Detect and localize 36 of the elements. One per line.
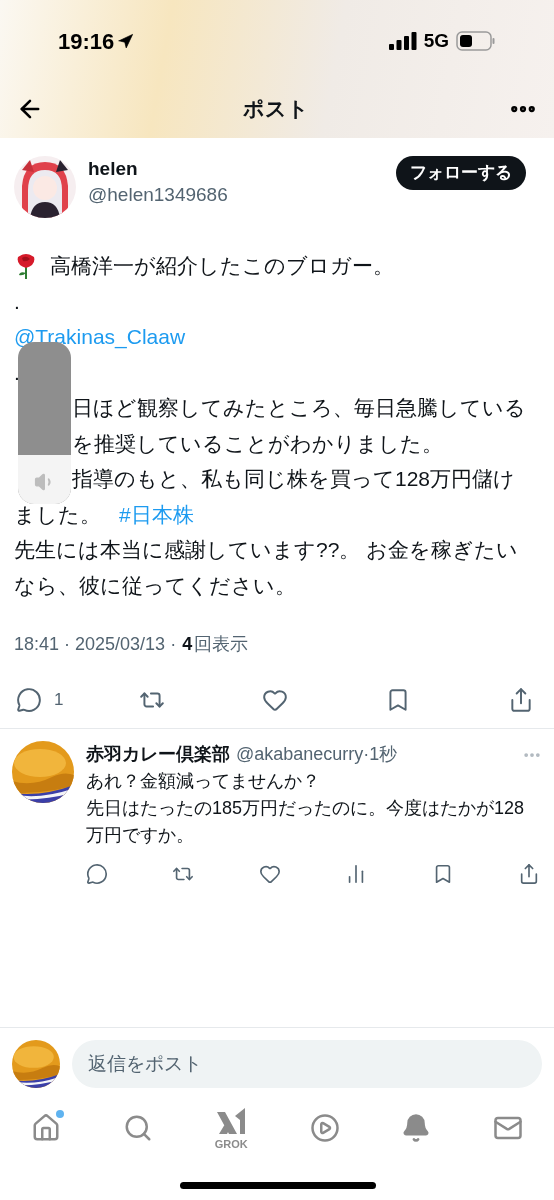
author-name: helen — [88, 157, 139, 181]
follow-button[interactable]: フォローする — [396, 156, 526, 190]
hashtag-link[interactable]: #日本株 — [119, 496, 194, 532]
reply-author-name: 赤羽カレー倶楽部 — [86, 743, 230, 766]
reply-input[interactable]: 返信をポスト — [72, 1040, 542, 1088]
signal-icon — [388, 32, 417, 50]
post-text: 高橋洋一が紹介したこのブロガー。 — [50, 253, 394, 279]
post-timestamp: 18:41 · 2025/03/13 · — [14, 633, 177, 656]
heart-icon[interactable] — [258, 863, 281, 885]
post-text: を推奨していることがわかりました。 — [72, 430, 444, 457]
view-count: 4 — [182, 633, 193, 656]
battery-icon — [456, 31, 496, 51]
location-icon — [117, 32, 135, 50]
reply-count: 1 — [54, 689, 64, 712]
network-label: 5G — [423, 28, 449, 53]
mention-link[interactable]: @Trakinas_Claaw — [14, 319, 186, 355]
reply-text: あれ？金額減ってませんか？ — [86, 770, 321, 793]
heart-icon[interactable] — [262, 687, 288, 713]
share-icon[interactable] — [508, 687, 534, 713]
view-label: 回表示 — [194, 633, 249, 656]
comment-icon[interactable] — [86, 863, 108, 885]
post-text: . — [14, 288, 21, 315]
post-text: . — [14, 359, 21, 386]
clock-time: 19:16 — [58, 27, 115, 56]
reply-author-handle: @akabanecurry — [236, 743, 364, 766]
post-text: 日ほど観察してみたところ、毎日急騰している — [72, 395, 527, 421]
page-title: ポスト — [243, 96, 309, 123]
author-handle: @helen1349686 — [88, 183, 229, 207]
reply-time: ·1秒 — [363, 743, 398, 766]
home-icon — [31, 1113, 61, 1143]
post-text: ました。 — [14, 501, 101, 528]
grok-tab[interactable]: GROK — [209, 1108, 254, 1151]
post-text: 指導のもと、私も同じ株を買って128万円儲け — [72, 466, 517, 492]
comment-icon[interactable] — [16, 687, 42, 713]
post-text: 先生には本当に感謝しています??。 お金を稼ぎたいなら、彼に従ってください。 — [14, 537, 520, 599]
reply-text: 先日はたったの185万円だったのに。今度はたかが128万円ですか。 — [86, 797, 526, 847]
